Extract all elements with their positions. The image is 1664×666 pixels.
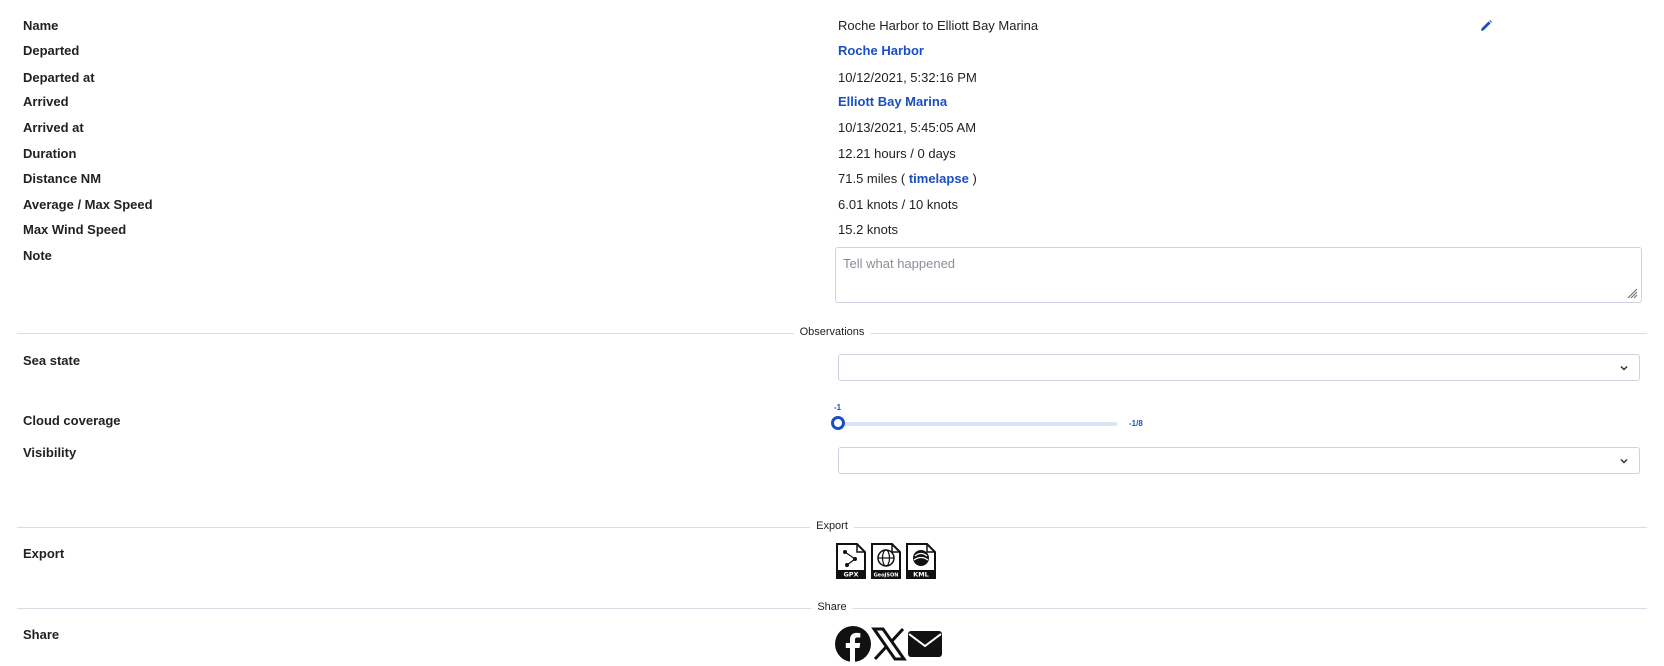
facebook-icon[interactable]	[834, 625, 872, 663]
departed-at-label: Departed at	[23, 70, 95, 85]
share-title: Share	[811, 601, 853, 613]
wind-label: Max Wind Speed	[23, 222, 127, 237]
arrived-at-label: Arrived at	[23, 120, 84, 135]
timelapse-link[interactable]: timelapse	[909, 171, 969, 186]
duration-label: Duration	[23, 146, 77, 161]
departed-at-value: 10/12/2021, 5:32:16 PM	[838, 70, 977, 85]
distance-label: Distance NM	[23, 171, 102, 186]
wind-value: 15.2 knots	[838, 222, 898, 237]
cloud-coverage-label: Cloud coverage	[23, 413, 121, 428]
geojson-format-label: GeoJSON	[874, 573, 899, 579]
cloud-slider-max: -1/8	[1129, 419, 1143, 428]
arrived-at-value: 10/13/2021, 5:45:05 AM	[838, 120, 977, 135]
distance-value: 71.5 miles ( timelapse )	[838, 171, 977, 186]
gpx-export-icon[interactable]: GPX	[835, 543, 867, 579]
chevron-down-icon	[1620, 458, 1628, 464]
sea-state-label: Sea state	[23, 353, 81, 368]
sea-state-select[interactable]	[838, 354, 1640, 381]
distance-close-paren: )	[972, 171, 977, 186]
name-value: Roche Harbor to Elliott Bay Marina	[838, 18, 1039, 33]
email-envelope-icon[interactable]	[906, 625, 944, 663]
cloud-slider-min: -1	[834, 403, 842, 412]
note-label: Note	[23, 248, 52, 263]
arrived-label: Arrived	[23, 94, 69, 109]
speed-value: 6.01 knots / 10 knots	[838, 197, 958, 212]
visibility-label: Visibility	[23, 445, 77, 460]
arrived-link[interactable]: Elliott Bay Marina	[838, 94, 947, 109]
visibility-select[interactable]	[838, 447, 1640, 474]
geojson-export-icon[interactable]: GeoJSON	[870, 543, 902, 579]
departed-label: Departed	[23, 43, 80, 58]
resize-grip-icon[interactable]	[1626, 287, 1638, 299]
duration-value: 12.21 hours / 0 days	[838, 146, 956, 161]
note-textarea[interactable]: Tell what happened	[835, 247, 1642, 303]
speed-label: Average / Max Speed	[23, 197, 153, 212]
distance-text: 71.5 miles (	[838, 171, 906, 186]
kml-export-icon[interactable]: KML	[905, 543, 937, 579]
observations-title: Observations	[793, 326, 871, 338]
pencil-edit-icon[interactable]	[1479, 19, 1493, 33]
kml-format-label: KML	[913, 571, 929, 579]
name-label: Name	[23, 18, 59, 33]
note-placeholder: Tell what happened	[843, 256, 956, 271]
departed-link[interactable]: Roche Harbor	[838, 43, 924, 58]
chevron-down-icon	[1620, 365, 1628, 371]
cloud-slider-thumb[interactable]	[831, 416, 845, 430]
share-label: Share	[23, 627, 60, 642]
gpx-format-label: GPX	[843, 571, 858, 579]
x-twitter-icon[interactable]	[870, 625, 908, 663]
cloud-slider-track[interactable]	[838, 422, 1117, 426]
export-title: Export	[810, 520, 854, 532]
export-label: Export	[23, 546, 65, 561]
